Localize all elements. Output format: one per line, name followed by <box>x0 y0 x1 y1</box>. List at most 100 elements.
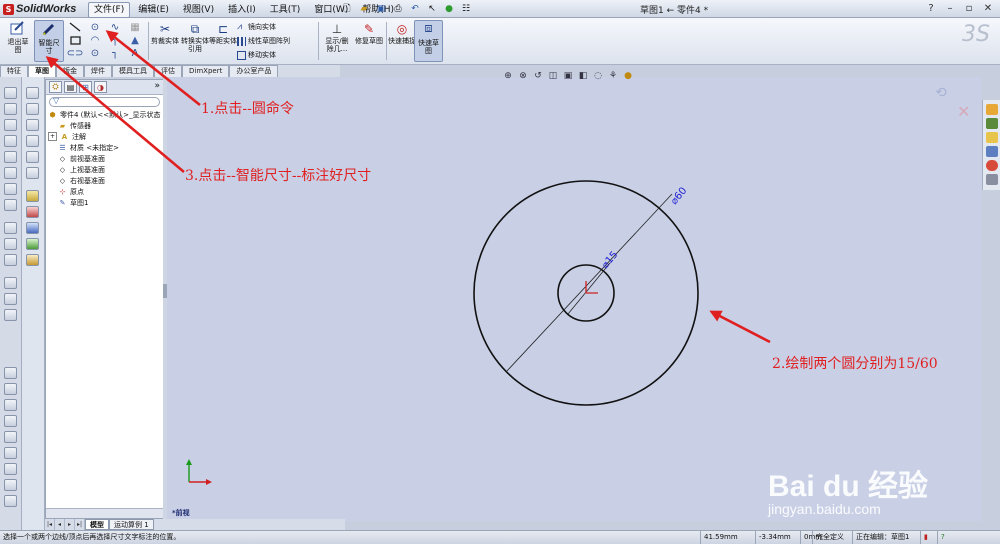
next-tab-icon[interactable]: ▸ <box>65 519 75 530</box>
minimize-icon[interactable]: – <box>942 1 958 15</box>
quick-snaps-button[interactable]: ◎ 快速捕捉 <box>387 21 417 61</box>
rebuild-status-icon[interactable]: ▮ <box>920 531 931 544</box>
plane-icon[interactable]: ▦ <box>126 21 144 33</box>
curves-icon[interactable] <box>4 309 17 321</box>
polygon-icon[interactable]: ▲ <box>126 34 144 46</box>
smart-dimension-button[interactable]: 智能尺寸 <box>34 20 64 62</box>
solidworks-resources-icon[interactable] <box>986 104 998 115</box>
rapid-sketch-button[interactable]: ⧈ 快速草图 <box>414 20 443 62</box>
indent-icon[interactable] <box>4 479 17 491</box>
save-icon[interactable]: ▣ <box>374 2 388 15</box>
repair-icon[interactable] <box>26 206 39 218</box>
feature-manager-scrollbar[interactable] <box>46 508 163 518</box>
new-file-icon[interactable]: 🗋 <box>340 2 354 15</box>
circle-icon[interactable]: ⊙ <box>86 21 104 33</box>
rectangle-icon[interactable] <box>66 34 84 46</box>
offset-entities-button[interactable]: ⊏ 等距实体 <box>208 21 238 61</box>
draft-icon[interactable] <box>4 254 17 266</box>
sketch-chamfer-icon[interactable] <box>26 167 39 179</box>
help-status-icon[interactable]: ? <box>937 531 948 544</box>
tree-item-sketch1[interactable]: ✎ 草图1 <box>46 197 163 208</box>
tab-sheet-metal[interactable]: 钣金 <box>56 65 84 77</box>
extrude-boss-icon[interactable] <box>4 87 17 99</box>
edit-appearance-icon[interactable]: ⚘ <box>607 70 619 81</box>
fillet-icon[interactable] <box>4 183 17 195</box>
print-icon[interactable]: ⎙ <box>391 2 405 15</box>
first-tab-icon[interactable]: |◂ <box>45 519 55 530</box>
zoom-to-fit-icon[interactable]: ⊕ <box>502 70 514 81</box>
solidworks-logo[interactable]: S SolidWorks <box>3 2 76 16</box>
text-tool-icon[interactable]: A <box>126 47 144 59</box>
reference-geometry-icon[interactable] <box>4 293 17 305</box>
tree-item-material[interactable]: ☰ 材质 <未指定> <box>46 142 163 153</box>
ellipse-icon[interactable] <box>26 135 39 147</box>
tree-item-front-plane[interactable]: ◇ 前视基准面 <box>46 153 163 164</box>
mirror-entities-button[interactable]: ⩘ 镜向实体 <box>237 21 276 33</box>
linear-pattern-feature-icon[interactable] <box>4 367 17 379</box>
shaded-sketch-icon[interactable] <box>26 254 39 266</box>
sweep-icon[interactable] <box>4 119 17 131</box>
graphics-area[interactable]: ⌀15 ⌀60 ⟲ ✕ ⊕ ⊗ ↺ ◫ ▣ ◧ ◌ ⚘ ● *前视 <box>167 71 982 521</box>
arc-icon[interactable]: ◠ <box>86 34 104 46</box>
deform-icon[interactable] <box>4 463 17 475</box>
shell-icon[interactable] <box>4 238 17 250</box>
add-relation-icon[interactable] <box>26 190 39 202</box>
help-icon[interactable]: ? <box>923 1 939 15</box>
display-style-icon[interactable]: ◧ <box>577 70 589 81</box>
view-palette-icon[interactable] <box>986 146 998 157</box>
section-view-icon[interactable]: ◫ <box>547 70 559 81</box>
rebuild-icon[interactable]: ● <box>442 2 456 15</box>
tree-item-right-plane[interactable]: ◇ 右视基准面 <box>46 175 163 186</box>
hide-show-icon[interactable]: ◌ <box>592 70 604 81</box>
tab-evaluate[interactable]: 评估 <box>154 65 182 77</box>
tree-item-annotations[interactable]: + A 注解 <box>46 131 163 142</box>
revolve-boss-icon[interactable] <box>4 103 17 115</box>
rib-icon[interactable] <box>4 222 17 234</box>
display-delete-relations-button[interactable]: ⊥ 显示/删除几... <box>322 21 352 61</box>
undo-icon[interactable]: ↶ <box>408 2 422 15</box>
configuration-tab-icon[interactable]: ⊞ <box>79 81 92 93</box>
menu-edit[interactable]: 编辑(E) <box>132 2 175 18</box>
hole-wizard-icon[interactable] <box>4 277 17 289</box>
tab-mold-tools[interactable]: 模具工具 <box>112 65 154 77</box>
tree-item-top-plane[interactable]: ◇ 上视基准面 <box>46 164 163 175</box>
file-explorer-icon[interactable] <box>986 132 998 143</box>
block-icon[interactable] <box>26 222 39 234</box>
exit-sketch-button[interactable]: 退出草图 <box>3 20 33 62</box>
menu-file[interactable]: 文件(F) <box>88 2 131 18</box>
slot-icon[interactable]: ⊂⊃ <box>66 47 84 59</box>
circular-pattern-icon[interactable] <box>4 383 17 395</box>
line-icon[interactable] <box>66 21 84 33</box>
tab-model[interactable]: 模型 <box>85 519 109 530</box>
instant-2d-icon[interactable] <box>26 238 39 250</box>
tab-dimxpert[interactable]: DimXpert <box>182 65 230 77</box>
tab-office-products[interactable]: 办公室产品 <box>229 65 279 77</box>
tree-item-origin[interactable]: ⊹ 原点 <box>46 186 163 197</box>
options-icon[interactable]: ☷ <box>459 2 473 15</box>
sketch-icon[interactable] <box>26 87 39 99</box>
tree-root-part[interactable]: ⬢ 零件4 (默认<<默认>_显示状态 <box>46 109 163 120</box>
tab-weldments[interactable]: 焊件 <box>84 65 112 77</box>
last-tab-icon[interactable]: ▸| <box>75 519 85 530</box>
wrap-icon[interactable] <box>4 431 17 443</box>
design-library-icon[interactable] <box>986 118 998 129</box>
convert-entities-button[interactable]: ⧉ 转换实体引用 <box>180 21 210 61</box>
sketch-confirm-corner-icon[interactable]: ⟲ <box>935 85 947 101</box>
repair-sketch-button[interactable]: ✎ 修复草图 <box>354 21 384 61</box>
previous-view-icon[interactable]: ↺ <box>532 70 544 81</box>
feature-tree-tab-icon[interactable]: ⛭ <box>49 81 62 93</box>
extrude-cut-icon[interactable] <box>4 151 17 163</box>
tree-item-sensors[interactable]: ▰ 传感器 <box>46 120 163 131</box>
close-icon[interactable]: ✕ <box>980 1 996 15</box>
open-folder-icon[interactable]: ▰ <box>357 2 371 15</box>
apply-scene-icon[interactable]: ● <box>622 70 634 81</box>
sketch-picture-icon[interactable] <box>26 119 39 131</box>
menu-view[interactable]: 视图(V) <box>177 2 220 18</box>
move-entities-button[interactable]: 移动实体 <box>237 49 276 61</box>
restore-icon[interactable]: ▫ <box>961 1 977 15</box>
loft-icon[interactable] <box>4 135 17 147</box>
tab-motion-study[interactable]: 运动算例 1 <box>109 519 154 530</box>
dome-icon[interactable] <box>4 415 17 427</box>
linear-pattern-button[interactable]: 线性草图阵列 <box>237 35 290 47</box>
trim-entities-button[interactable]: ✂ 剪裁实体 <box>150 21 180 61</box>
